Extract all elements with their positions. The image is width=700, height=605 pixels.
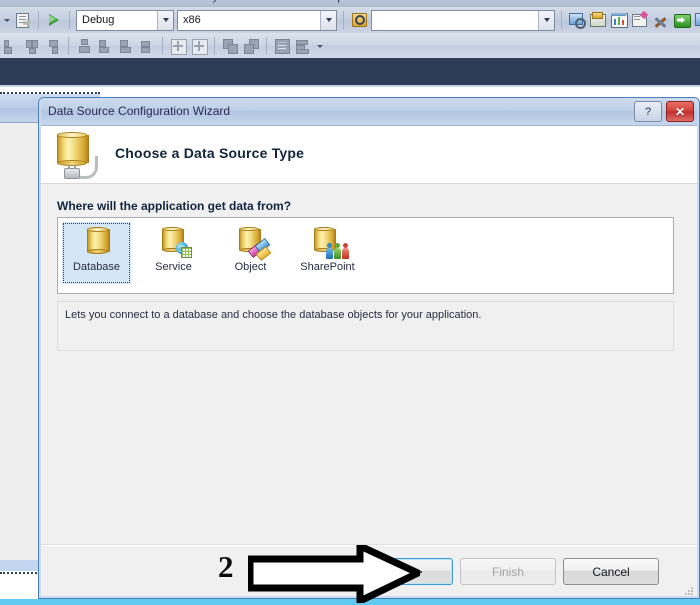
bring-to-front-icon[interactable] bbox=[221, 37, 239, 55]
solution-configuration-value: Debug bbox=[82, 14, 115, 26]
dialog-header: Choose a Data Source Type bbox=[39, 126, 699, 184]
menu-item-window[interactable]: Window bbox=[256, 0, 295, 3]
close-button[interactable]: ✕ bbox=[666, 101, 694, 122]
next-button[interactable]: Next > bbox=[357, 558, 453, 585]
object-browser-icon[interactable] bbox=[610, 11, 628, 29]
description-text: Lets you connect to a database and choos… bbox=[65, 309, 482, 321]
service-icon bbox=[157, 226, 192, 259]
data-source-option-sharepoint[interactable]: SharePoint bbox=[293, 222, 362, 284]
chevron-down-icon[interactable] bbox=[538, 10, 554, 30]
layout-toolbar bbox=[0, 33, 700, 59]
align-to-grid-icon[interactable] bbox=[294, 37, 312, 55]
object-icon bbox=[234, 226, 271, 262]
toolbar-overflow-chevron-icon[interactable] bbox=[315, 38, 324, 54]
align-middles-icon[interactable] bbox=[96, 37, 114, 55]
tab-order-icon[interactable] bbox=[273, 37, 291, 55]
dialog-title: Data Source Configuration Wizard bbox=[48, 104, 231, 118]
align-lefts-icon[interactable] bbox=[2, 37, 20, 55]
sharepoint-icon bbox=[311, 226, 349, 259]
document-well-band bbox=[0, 58, 700, 87]
toolbar-divider bbox=[38, 11, 39, 29]
prompt-label: Where will the application get data from… bbox=[57, 199, 292, 213]
data-source-option-object[interactable]: Object bbox=[216, 222, 285, 284]
navigate-backward-icon[interactable] bbox=[14, 11, 32, 29]
toolbox-icon[interactable] bbox=[631, 10, 649, 29]
database-icon bbox=[80, 226, 114, 259]
dialog-content: Where will the application get data from… bbox=[39, 184, 699, 598]
find-in-files-icon[interactable] bbox=[350, 11, 368, 29]
data-source-option-label: Service bbox=[155, 261, 192, 273]
new-window-icon[interactable] bbox=[694, 11, 700, 29]
toolbar-divider bbox=[266, 36, 267, 55]
menu-item-help[interactable]: Help bbox=[321, 0, 344, 3]
database-plug-icon bbox=[51, 130, 101, 180]
tools-options-icon[interactable] bbox=[652, 11, 670, 29]
dialog-footer: < Previous Next > Finish Cancel bbox=[39, 546, 699, 598]
dialog-title-bar[interactable]: Data Source Configuration Wizard ? ✕ bbox=[39, 98, 699, 126]
data-source-type-list[interactable]: Database Service Object SharePoint bbox=[57, 217, 674, 294]
help-button[interactable]: ? bbox=[634, 101, 662, 122]
menu-bar[interactable]: Tools Architecture Test Analyze Window H… bbox=[0, 0, 700, 7]
align-bottoms-icon[interactable] bbox=[117, 37, 135, 55]
menu-item-analyze[interactable]: Analyze bbox=[191, 0, 230, 3]
align-rights-icon[interactable] bbox=[44, 37, 62, 55]
solution-platform-value: x86 bbox=[183, 14, 201, 26]
center-vertically-icon[interactable] bbox=[190, 37, 208, 55]
menu-item-architecture[interactable]: Architecture bbox=[60, 0, 119, 3]
send-to-back-icon[interactable] bbox=[242, 37, 260, 55]
resize-grip-icon[interactable] bbox=[683, 585, 695, 597]
chevron-down-icon[interactable] bbox=[320, 10, 336, 30]
toolbar-divider bbox=[214, 36, 215, 55]
data-source-option-database[interactable]: Database bbox=[62, 222, 131, 284]
toolbar-divider bbox=[69, 11, 70, 29]
toolbar-divider bbox=[162, 36, 163, 55]
standard-toolbar: Debug x86 bbox=[0, 7, 700, 34]
page-title: Choose a Data Source Type bbox=[115, 145, 305, 161]
data-source-option-service[interactable]: Service bbox=[139, 222, 208, 284]
previous-button[interactable]: < Previous bbox=[254, 558, 350, 585]
center-horizontally-icon[interactable] bbox=[169, 37, 187, 55]
align-centers-icon[interactable] bbox=[23, 37, 41, 55]
toolbar-divider bbox=[561, 11, 562, 29]
properties-window-icon[interactable] bbox=[589, 11, 607, 29]
start-debug-icon[interactable] bbox=[45, 11, 63, 29]
data-source-configuration-wizard-dialog: Data Source Configuration Wizard ? ✕ Cho… bbox=[38, 97, 700, 599]
solution-platform-combo[interactable]: x86 bbox=[177, 9, 337, 31]
solution-explorer-icon[interactable] bbox=[568, 11, 586, 29]
go-forward-icon[interactable] bbox=[673, 11, 691, 29]
chevron-down-icon[interactable] bbox=[157, 10, 173, 30]
status-strip bbox=[0, 599, 700, 605]
data-source-option-label: Object bbox=[234, 261, 267, 273]
cancel-button[interactable]: Cancel bbox=[563, 558, 659, 585]
toolbar-overflow-chevron-icon[interactable] bbox=[2, 12, 11, 28]
menu-item-tools[interactable]: Tools bbox=[8, 0, 34, 3]
solution-configuration-combo[interactable]: Debug bbox=[76, 9, 174, 31]
find-combo[interactable] bbox=[371, 9, 555, 31]
toolbar-divider bbox=[68, 36, 69, 55]
align-baselines-icon[interactable] bbox=[138, 37, 156, 55]
toolbar-divider bbox=[343, 11, 344, 29]
align-tops-icon[interactable] bbox=[75, 37, 93, 55]
description-panel: Lets you connect to a database and choos… bbox=[57, 301, 674, 351]
menu-item-test[interactable]: Test bbox=[144, 0, 164, 3]
data-source-option-label: Database bbox=[72, 261, 121, 273]
data-source-option-label: SharePoint bbox=[300, 261, 355, 273]
finish-button[interactable]: Finish bbox=[460, 558, 556, 585]
